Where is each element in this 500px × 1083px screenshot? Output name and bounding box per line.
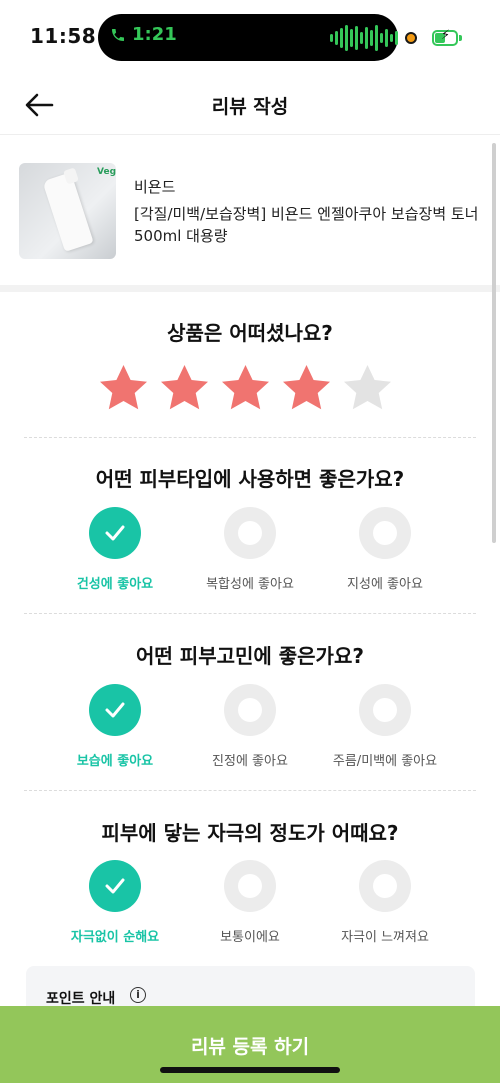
points-title: 포인트 안내 (46, 991, 116, 1007)
option-irritation-0[interactable]: 자극없이 순해요 (40, 860, 190, 945)
home-indicator (160, 1067, 340, 1073)
checkmark-icon (105, 702, 125, 718)
option-label: 보습에 좋아요 (76, 754, 154, 769)
star-filled-icon[interactable] (98, 363, 149, 414)
radio-selected-icon[interactable] (89, 684, 141, 736)
vegan-badge: Vegan (97, 167, 116, 177)
radio-selected-icon[interactable] (89, 860, 141, 912)
option-label: 보통이에요 (220, 930, 280, 945)
option-skin-concern-2[interactable]: 주름/미백에 좋아요 (310, 684, 460, 769)
checkmark-icon (105, 878, 125, 894)
dashed-divider (24, 790, 476, 791)
battery-tip (459, 35, 462, 41)
product-summary: Vegan 비욘드 [각질/미백/보습장벽] 비욘드 엔젤아쿠아 보습장벽 토너… (0, 135, 500, 285)
radio-unselected-icon[interactable] (224, 860, 276, 912)
option-skin-type-0[interactable]: 건성에 좋아요 (40, 507, 190, 592)
option-skin-concern-1[interactable]: 진정에 좋아요 (175, 684, 325, 769)
bottle-shape (42, 172, 94, 252)
star-filled-icon[interactable] (159, 363, 210, 414)
skin-concern-question: 어떤 피부고민에 좋은가요? (136, 644, 364, 668)
option-label: 복합성에 좋아요 (206, 577, 294, 592)
product-image: Vegan (19, 163, 116, 259)
option-label: 자극이 느껴져요 (341, 930, 429, 945)
radio-unselected-icon[interactable] (224, 684, 276, 736)
radio-selected-icon[interactable] (89, 507, 141, 559)
checkmark-icon (105, 525, 125, 541)
star-filled-icon[interactable] (220, 363, 271, 414)
radio-unselected-icon[interactable] (359, 860, 411, 912)
irritation-question: 피부에 닿는 자극의 정도가 어때요? (101, 821, 399, 845)
section-divider (0, 285, 500, 292)
product-brand: 비욘드 (134, 178, 176, 196)
dashed-divider (24, 437, 476, 438)
option-label: 주름/미백에 좋아요 (332, 754, 438, 769)
scrollbar[interactable] (492, 143, 496, 543)
option-label: 건성에 좋아요 (76, 577, 154, 592)
dashed-divider (24, 613, 476, 614)
option-irritation-1[interactable]: 보통이에요 (175, 860, 325, 945)
microphone-in-use-indicator (405, 32, 417, 44)
status-bar: 11:58 1:21 ⚡ (0, 0, 500, 76)
status-time: 11:58 (30, 24, 97, 48)
skin-type-question: 어떤 피부타입에 사용하면 좋은가요? (95, 467, 405, 491)
audio-waveform-icon (330, 24, 398, 52)
option-label: 진정에 좋아요 (212, 754, 288, 769)
star-filled-icon[interactable] (281, 363, 332, 414)
option-skin-type-1[interactable]: 복합성에 좋아요 (175, 507, 325, 592)
radio-unselected-icon[interactable] (359, 684, 411, 736)
option-irritation-2[interactable]: 자극이 느껴져요 (310, 860, 460, 945)
page-title: 리뷰 작성 (211, 96, 289, 118)
info-icon[interactable]: i (130, 987, 146, 1003)
radio-unselected-icon[interactable] (359, 507, 411, 559)
call-indicator[interactable]: 1:21 (110, 24, 177, 45)
charging-bolt-icon: ⚡ (441, 28, 451, 43)
call-duration: 1:21 (132, 24, 177, 45)
phone-icon (112, 28, 124, 41)
star-rating[interactable] (98, 363, 393, 414)
radio-unselected-icon[interactable] (224, 507, 276, 559)
option-skin-concern-0[interactable]: 보습에 좋아요 (40, 684, 190, 769)
option-label: 지성에 좋아요 (347, 577, 423, 592)
rating-question: 상품은 어떠셨나요? (167, 321, 333, 345)
option-label: 자극없이 순해요 (70, 930, 160, 945)
option-skin-type-2[interactable]: 지성에 좋아요 (310, 507, 460, 592)
star-empty-icon[interactable] (342, 363, 393, 414)
nav-header: 리뷰 작성 (0, 76, 500, 135)
product-name: [각질/미백/보습장벽] 비욘드 엔젤아쿠아 보습장벽 토너 500ml 대용량 (134, 205, 479, 245)
